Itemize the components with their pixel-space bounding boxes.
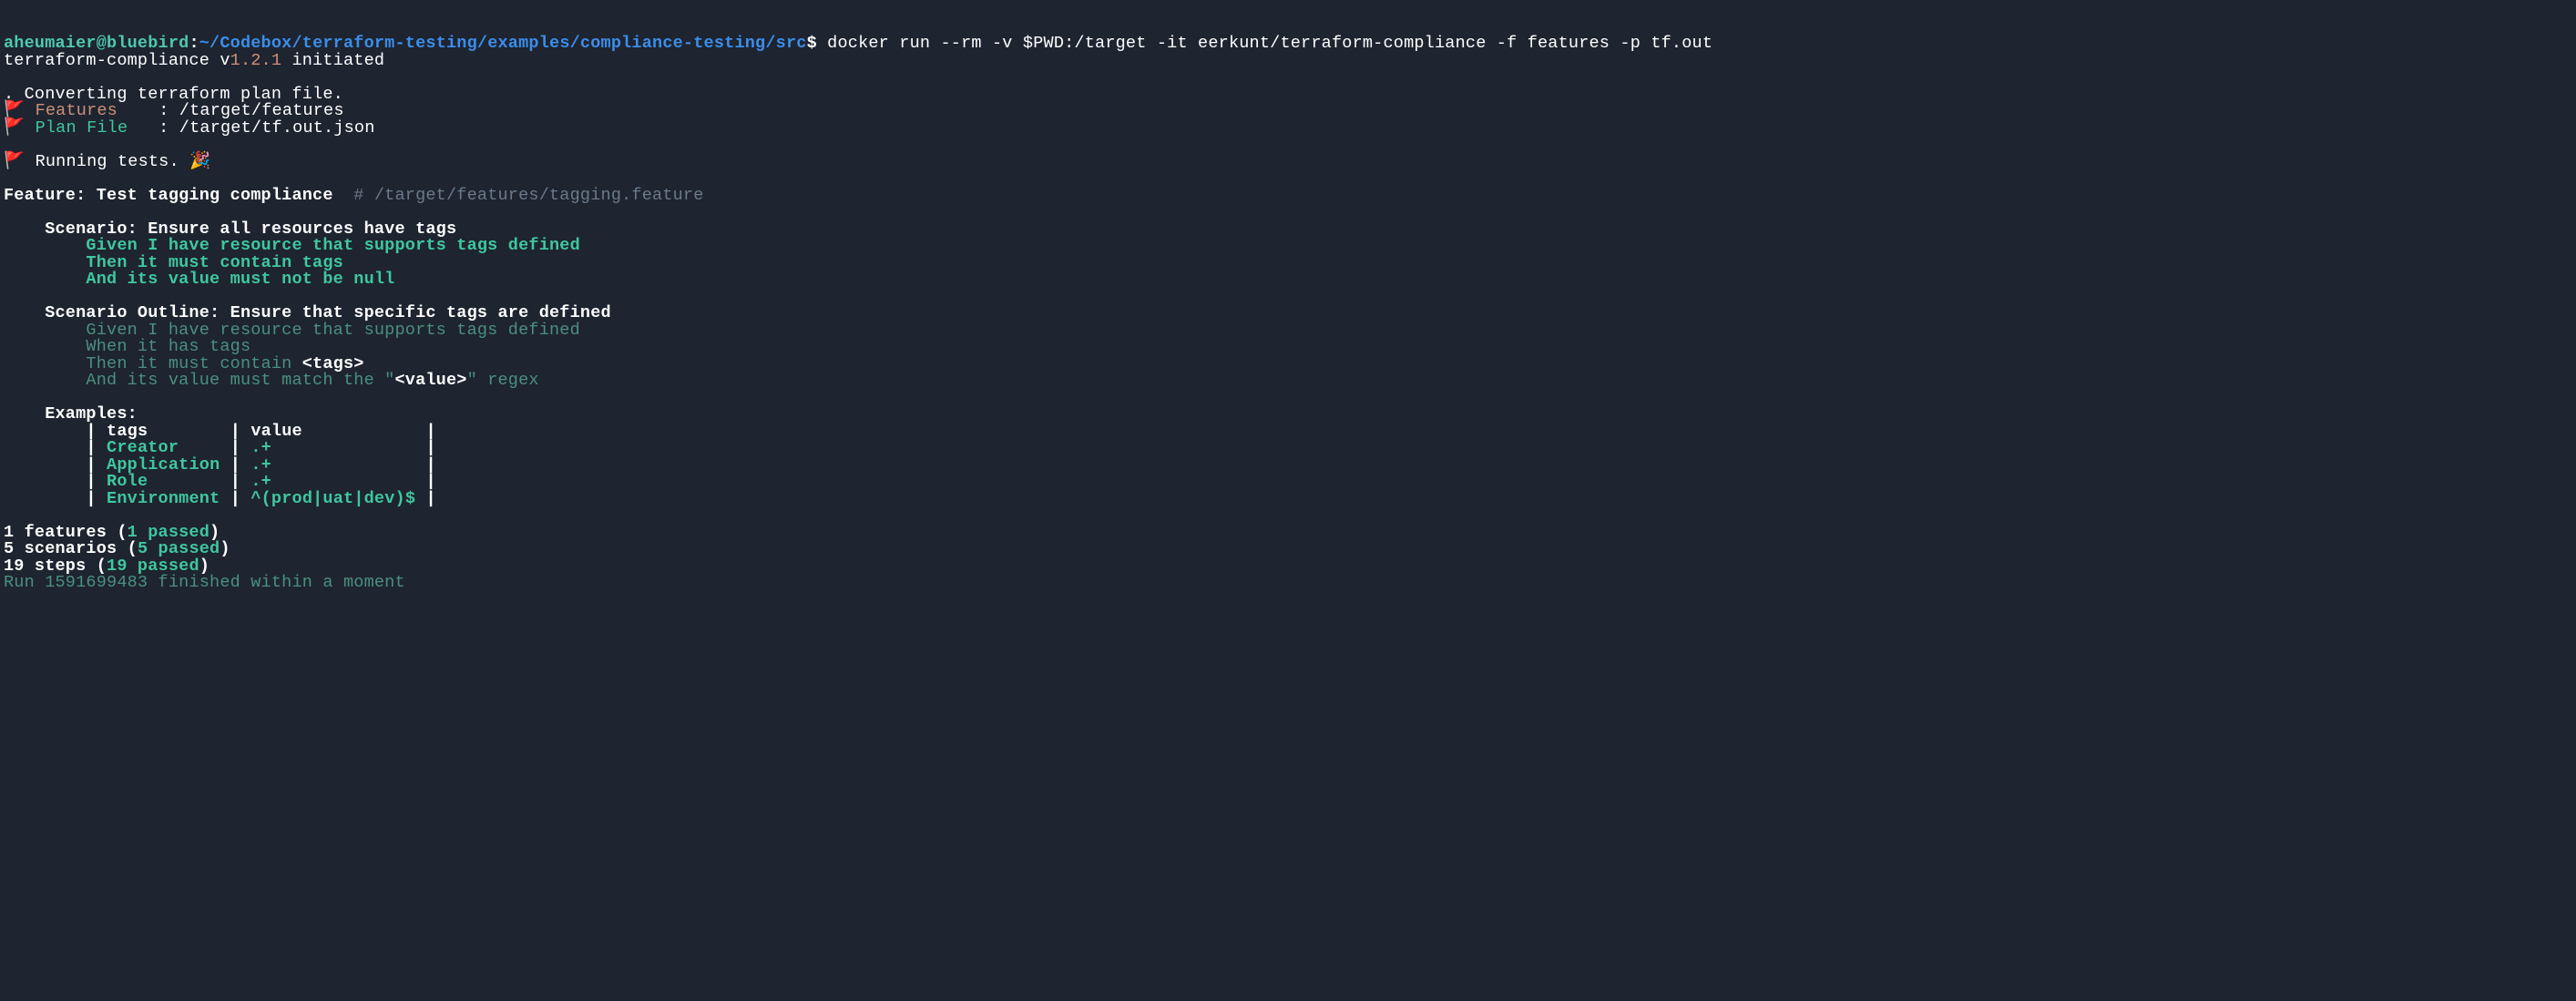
command-text: docker run --rm -v $PWD:/target -it eerk… — [817, 34, 1712, 53]
prompt-dollar: $ — [807, 34, 817, 53]
running-tests-text: Running tests. — [36, 152, 190, 171]
planfile-sep: : — [128, 118, 179, 138]
outline-step-and-suffix: " regex — [467, 371, 539, 390]
planfile-label: Plan File — [36, 118, 128, 138]
party-icon: 🎉 — [189, 152, 210, 171]
table-pipe: | — [86, 489, 96, 508]
feature-hash: # — [343, 186, 374, 205]
outline-step-and-prefix: And its value must match the " — [4, 371, 394, 390]
scenario-step-and: And its value must not be null — [4, 270, 394, 289]
summary-run-line: Run 1591699483 finished within a moment — [4, 573, 405, 592]
table-pipe: | — [425, 489, 435, 508]
init-prefix: terraform-compliance v — [4, 51, 230, 70]
table-cell-tag: Environment — [107, 489, 220, 508]
flag-icon: 🚩 — [4, 118, 25, 138]
init-suffix: initiated — [281, 51, 384, 70]
terminal-output: aheumaier@bluebird:~/Codebox/terraform-t… — [4, 34, 1712, 592]
feature-path: /target/features/tagging.feature — [374, 186, 704, 205]
flag-icon: 🚩 — [4, 152, 25, 171]
feature-keyword: Feature: Test tagging compliance — [4, 186, 343, 205]
init-version: 1.2.1 — [230, 51, 282, 70]
planfile-path: /target/tf.out.json — [179, 118, 375, 138]
table-cell-value: ^(prod|uat|dev)$ — [250, 489, 415, 508]
outline-placeholder-value: <value> — [394, 371, 466, 390]
table-pipe: | — [230, 489, 240, 508]
summary-scenarios-suffix: ) — [220, 539, 230, 558]
